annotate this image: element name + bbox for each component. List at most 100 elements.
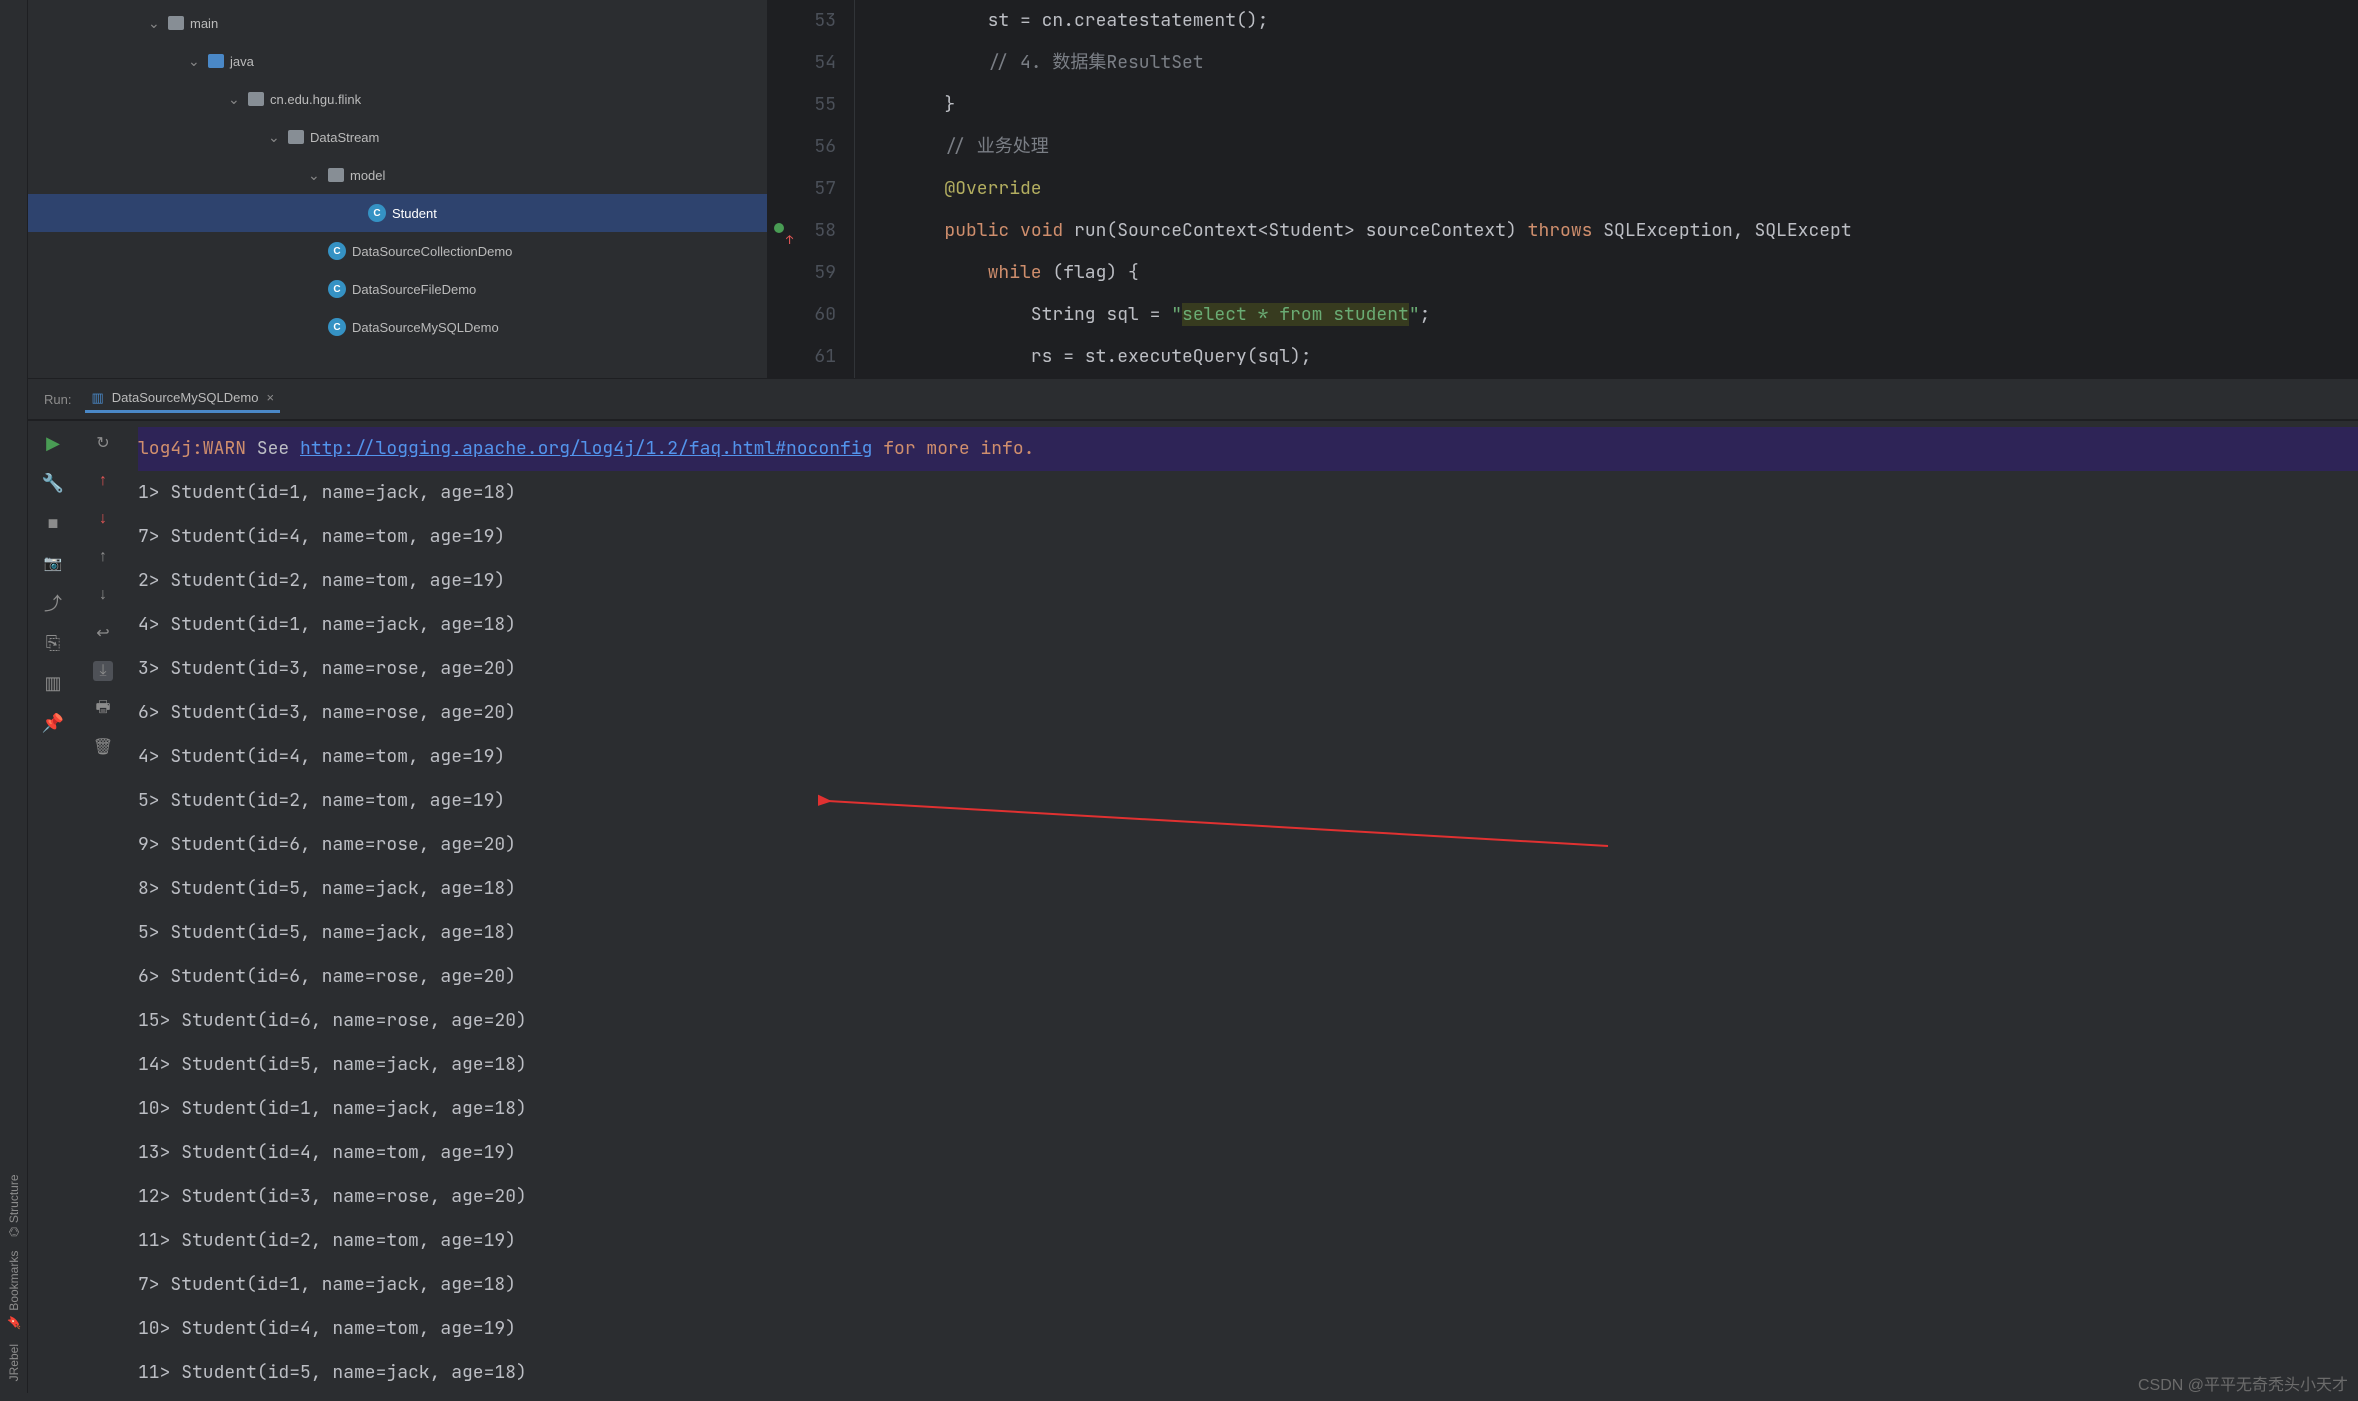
line-number: 56 [768,126,836,168]
folder-icon [248,92,264,106]
editor-gutter: 535455565758596061 [768,0,858,378]
structure-tool-button[interactable]: ⌬Structure [7,1174,21,1237]
tree-item-main[interactable]: main [28,4,767,42]
run-toolbar-1: ▶ 🔧 ■ 📷 ⤴ ⎘ ▥ 📌 [28,421,78,1401]
clear-all-button[interactable]: 🗑 [93,737,113,757]
code-line[interactable]: // 业务处理 [858,126,2342,168]
pin-button[interactable]: 📌 [43,713,63,733]
close-icon[interactable]: × [266,390,274,405]
code-line[interactable]: while (flag) { [858,252,2342,294]
chevron-down-icon[interactable] [188,53,202,70]
print-button[interactable]: 🖶 [93,699,113,719]
tree-item-student[interactable]: CStudent [28,194,767,232]
line-number: 54 [768,42,836,84]
chevron-down-icon[interactable] [228,91,242,108]
fold-guide [854,0,855,378]
code-line[interactable]: @Override [858,168,2342,210]
source-folder-icon [208,54,224,68]
code-line[interactable]: String sql = "select * from student"; [858,294,2342,336]
tree-item-label: DataSourceFileDemo [352,282,476,297]
override-marker-icon[interactable] [774,223,784,233]
soft-wrap-button[interactable]: ↩ [93,623,113,643]
console-line: 6> Student(id=6, name=rose, age=20) [138,955,2358,999]
console-line: 7> Student(id=1, name=jack, age=18) [138,1263,2358,1307]
console-line: 4> Student(id=4, name=tom, age=19) [138,735,2358,779]
tree-item-datasourcefiledemo[interactable]: C DataSourceFileDemo [28,270,767,308]
console-line: 4> Student(id=1, name=jack, age=18) [138,603,2358,647]
run-panel: Run: ▥ DataSourceMySQLDemo × ▶ 🔧 ■ 📷 ⤴ ⎘… [28,379,2358,1401]
down-arrow-icon[interactable]: ↓ [93,585,113,605]
tree-item-model[interactable]: model [28,156,767,194]
bookmarks-label: Bookmarks [7,1251,21,1311]
folder-icon [328,168,344,182]
code-editor[interactable]: 535455565758596061 st = cn.createstateme… [768,0,2358,378]
console-line: 11> Student(id=2, name=tom, age=19) [138,1219,2358,1263]
tree-item-datasourcemysqldemo[interactable]: C DataSourceMySQLDemo [28,308,767,346]
code-line[interactable]: st = cn.createstatement(); [858,0,2342,42]
tree-item-label: cn.edu.hgu.flink [270,92,361,107]
tree-item-datastream[interactable]: DataStream [28,118,767,156]
console-line: 12> Student(id=3, name=rose, age=20) [138,1175,2358,1219]
down-stack-button[interactable]: ↓ [93,509,113,529]
folder-icon [168,16,184,30]
exit-button[interactable]: ⤴ [43,593,63,613]
console-line: 3> Student(id=3, name=rose, age=20) [138,647,2358,691]
code-line[interactable]: public void run(SourceContext<Student> s… [858,210,2342,252]
dump-threads-button[interactable]: 📷 [43,553,63,573]
tree-item-datasourcecollectiondemo[interactable]: CDataSourceCollectionDemo [28,232,767,270]
code-line[interactable]: // 4. 数据集ResultSet [858,42,2342,84]
class-icon: C [328,318,346,336]
line-number: 57 [768,168,836,210]
console-line: 8> Student(id=5, name=jack, age=18) [138,867,2358,911]
bookmarks-icon: 🔖 [7,1315,21,1330]
class-icon: C [328,280,346,298]
console-line: 5> Student(id=5, name=jack, age=18) [138,911,2358,955]
class-icon: C [368,204,386,222]
bookmarks-tool-button[interactable]: 🔖 Bookmarks [7,1251,21,1330]
code-line[interactable]: rs = st.executeQuery(sql); [858,336,2342,378]
tree-item-label: java [230,54,254,69]
console-line: 9> Student(id=6, name=rose, age=20) [138,823,2358,867]
run-tab[interactable]: ▥ DataSourceMySQLDemo × [85,386,280,413]
debug-button[interactable]: 🔧 [43,473,63,493]
run-button[interactable]: ▶ [43,433,63,453]
stop-button[interactable]: ■ [43,513,63,533]
run-tab-label: DataSourceMySQLDemo [112,390,259,405]
run-config-icon: ▥ [91,390,103,406]
line-number: 58 [768,210,836,252]
upper-split: mainjavacn.edu.hgu.flinkDataStreammodelC… [28,0,2358,379]
layout-button[interactable]: ⎘ [43,633,63,653]
class-icon: C [328,242,346,260]
chevron-down-icon[interactable] [148,15,162,32]
up-arrow-icon[interactable]: ↑ [93,547,113,567]
jrebel-tool-button[interactable]: JRebel [7,1344,21,1381]
scroll-to-end-button[interactable]: ⤓ [93,661,113,681]
up-stack-button[interactable]: ↑ [93,471,113,491]
console-output[interactable]: log4j:WARN See http://logging.apache.org… [128,421,2358,1401]
run-title: Run: [44,392,71,407]
left-tool-strip: JRebel 🔖 Bookmarks ⌬Structure [0,0,28,1393]
chevron-down-icon[interactable] [268,129,282,146]
console-line: 7> Student(id=4, name=tom, age=19) [138,515,2358,559]
console-line: 13> Student(id=4, name=tom, age=19) [138,1131,2358,1175]
line-number: 53 [768,0,836,42]
restore-layout-button[interactable]: ▥ [43,673,63,693]
project-tree[interactable]: mainjavacn.edu.hgu.flinkDataStreammodelC… [28,0,768,378]
console-line: 5> Student(id=2, name=tom, age=19) [138,779,2358,823]
tree-item-cn-edu-hgu-flink[interactable]: cn.edu.hgu.flink [28,80,767,118]
watermark: CSDN @平平无奇秃头小天才 [2138,1371,2348,1395]
line-number: 61 [768,336,836,378]
editor-code[interactable]: st = cn.createstatement(); // 4. 数据集Resu… [858,0,2350,378]
console-line: 10> Student(id=1, name=jack, age=18) [138,1087,2358,1131]
chevron-down-icon[interactable] [308,167,322,184]
line-number: 55 [768,84,836,126]
code-line[interactable]: } [858,84,2342,126]
tree-item-label: DataStream [310,130,379,145]
tree-item-java[interactable]: java [28,42,767,80]
console-line: 15> Student(id=6, name=rose, age=20) [138,999,2358,1043]
structure-label: Structure [7,1174,21,1223]
tree-item-label: DataSourceMySQLDemo [352,320,499,335]
rerun-button[interactable]: ↻ [93,433,113,453]
jrebel-label: JRebel [7,1344,21,1381]
log4j-faq-link[interactable]: http://logging.apache.org/log4j/1.2/faq.… [300,437,872,460]
